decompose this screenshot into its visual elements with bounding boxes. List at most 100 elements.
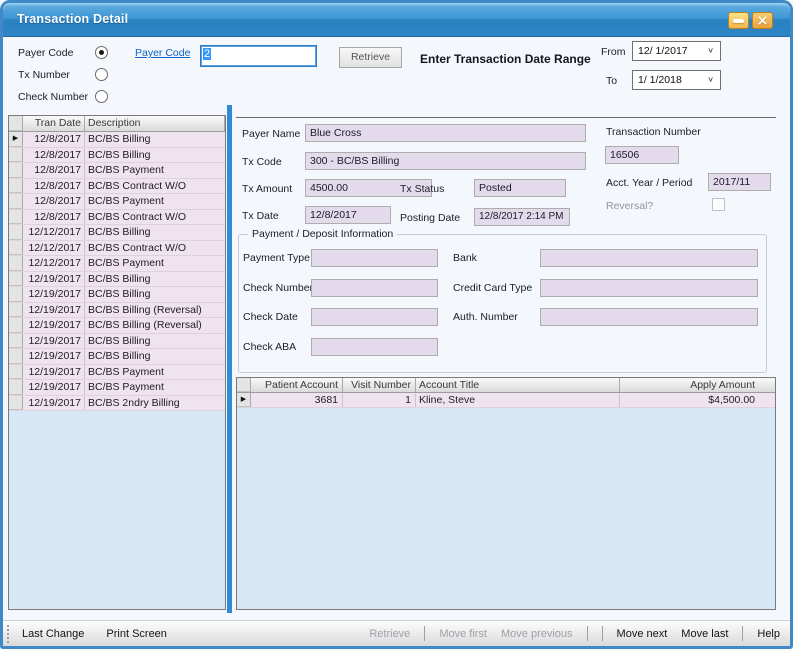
tran-date-cell: 12/12/2017 [23,241,85,256]
tran-row[interactable]: 12/19/2017BC/BS Billing [9,287,225,303]
tran-desc-cell: BC/BS Billing [85,225,225,240]
tx-status-label: Tx Status [400,183,444,195]
to-label: To [606,75,617,87]
radio-icon-tx-number[interactable] [95,68,108,81]
acct-year-period-label: Acct. Year / Period [606,177,692,189]
tran-date-column-header[interactable]: Tran Date [23,116,85,131]
apply-amount-column-header[interactable]: Apply Amount [620,378,775,392]
transaction-rows: ▶12/8/2017BC/BS Billing12/8/2017BC/BS Bi… [9,132,225,411]
payer-code-value: 2 [203,48,211,60]
row-selector [9,287,23,302]
bottom-toolbar: Last ChangePrint Screen RetrieveMove fir… [3,620,790,646]
tran-desc-cell: BC/BS Billing [85,148,225,163]
toolbar-button-move-next[interactable]: Move next [617,628,668,640]
account-title-column-header[interactable]: Account Title [416,378,620,392]
tran-row[interactable]: 12/8/2017BC/BS Payment [9,163,225,179]
row-selector [9,148,23,163]
patient-account-column-header[interactable]: Patient Account [251,378,343,392]
apply-rows: ▶36811Kline, Steve$4,500.00 [237,393,775,408]
tran-row[interactable]: 12/12/2017BC/BS Payment [9,256,225,272]
bank-label: Bank [453,252,477,264]
account-title-cell: Kline, Steve [416,393,620,407]
payer-code-input[interactable]: 2 [200,45,317,67]
tx-status-field: Posted [474,179,566,197]
chevron-down-icon: ∨ [707,47,714,55]
tran-row[interactable]: 12/19/2017BC/BS Billing (Reversal) [9,303,225,319]
toolbar-button-move-previous: Move previous [501,628,573,640]
toolbar-separator [742,626,743,641]
apply-amount-grid: Patient Account Visit Number Account Tit… [236,377,776,610]
tran-desc-cell: BC/BS Billing [85,334,225,349]
panel-splitter[interactable] [227,105,232,613]
toolbar-separator [424,626,425,641]
tran-row[interactable]: ▶12/8/2017BC/BS Billing [9,132,225,148]
row-selector [9,380,23,395]
from-date-value: 12/ 1/2017 [638,45,688,57]
tran-date-cell: 12/8/2017 [23,179,85,194]
description-column-header[interactable]: Description [85,116,225,131]
tran-row[interactable]: 12/8/2017BC/BS Billing [9,148,225,164]
tran-row[interactable]: 12/19/2017BC/BS Billing [9,334,225,350]
tran-row[interactable]: 12/8/2017BC/BS Payment [9,194,225,210]
payer-code-link[interactable]: Payer Code [135,47,190,59]
close-icon: × [757,14,769,28]
toolbar-button-last-change[interactable]: Last Change [22,628,84,640]
row-selector [9,194,23,209]
tran-row[interactable]: 12/12/2017BC/BS Contract W/O [9,241,225,257]
row-selector [9,303,23,318]
payer-name-field: Blue Cross [305,124,586,142]
tran-row[interactable]: 12/19/2017BC/BS Billing [9,349,225,365]
tran-desc-cell: BC/BS Billing [85,132,225,147]
to-date-dropdown[interactable]: 1/ 1/2018 ∨ [632,70,721,90]
payment-type-field [311,249,438,267]
tran-row[interactable]: 12/19/2017BC/BS Billing (Reversal) [9,318,225,334]
tran-row[interactable]: 12/19/2017BC/BS Billing [9,272,225,288]
reversal-checkbox[interactable] [712,198,725,211]
tx-date-field: 12/8/2017 [305,206,391,224]
toolbar-button-move-last[interactable]: Move last [681,628,728,640]
row-selector [9,210,23,225]
apply-amount-cell: $4,500.00 [620,393,775,407]
row-selector [9,225,23,240]
tran-desc-cell: BC/BS Billing [85,287,225,302]
tran-row[interactable]: 12/8/2017BC/BS Contract W/O [9,179,225,195]
patient-account-cell: 3681 [251,393,343,407]
apply-row[interactable]: ▶36811Kline, Steve$4,500.00 [237,393,775,408]
radio-icon-check-number[interactable] [95,90,108,103]
row-selector [9,318,23,333]
visit-number-column-header[interactable]: Visit Number [343,378,416,392]
tran-row[interactable]: 12/12/2017BC/BS Billing [9,225,225,241]
tran-desc-cell: BC/BS Billing (Reversal) [85,318,225,333]
payer-name-label: Payer Name [242,128,300,140]
payment-deposit-title: Payment / Deposit Information [248,228,397,240]
row-selector [9,365,23,380]
current-row-arrow-icon: ▶ [241,396,246,403]
tran-date-cell: 12/8/2017 [23,194,85,209]
toolbar-button-print-screen[interactable]: Print Screen [106,628,167,640]
tran-date-cell: 12/19/2017 [23,349,85,364]
close-button[interactable]: × [752,12,773,29]
toolbar-button-move-first: Move first [439,628,487,640]
tran-date-cell: 12/8/2017 [23,132,85,147]
tran-row[interactable]: 12/19/2017BC/BS 2ndry Billing [9,396,225,412]
tran-row[interactable]: 12/19/2017BC/BS Payment [9,380,225,396]
tran-desc-cell: BC/BS Billing [85,272,225,287]
retrieve-button[interactable]: Retrieve [339,47,402,68]
tran-date-cell: 12/19/2017 [23,380,85,395]
toolbar-right-group: RetrieveMove firstMove previousMove next… [369,626,780,641]
tx-code-field: 300 - BC/BS Billing [305,152,586,170]
toolbar-separator [602,626,603,641]
tran-row[interactable]: 12/19/2017BC/BS Payment [9,365,225,381]
toolbar-separator [587,626,588,641]
tran-row[interactable]: 12/8/2017BC/BS Contract W/O [9,210,225,226]
acct-year-period-field: 2017/11 [708,173,771,191]
minimize-button[interactable] [728,12,749,29]
posting-date-label: Posting Date [400,212,460,224]
toolbar-button-help[interactable]: Help [757,628,780,640]
row-selector [9,241,23,256]
radio-icon-payer-code[interactable] [95,46,108,59]
titlebar: Transaction Detail [3,3,790,37]
check-number-field [311,279,438,297]
from-date-dropdown[interactable]: 12/ 1/2017 ∨ [632,41,721,61]
credit-card-type-field [540,279,758,297]
